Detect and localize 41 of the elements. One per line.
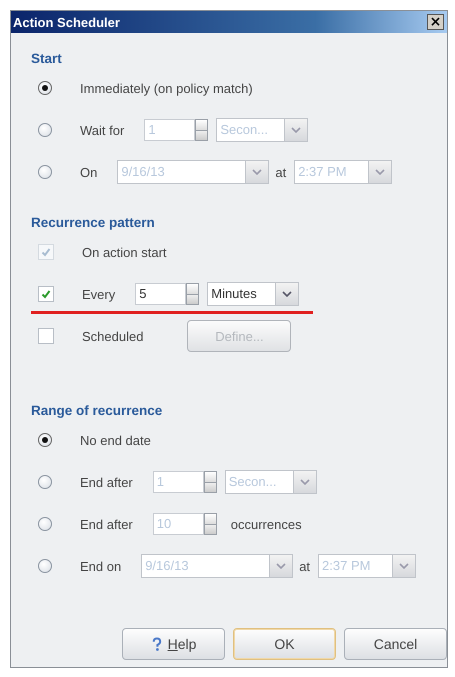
radio-button[interactable]: [38, 475, 52, 489]
option-label: Wait for: [80, 122, 124, 138]
chevron-down-icon: [300, 479, 310, 485]
dropdown[interactable]: Minutes: [207, 282, 300, 306]
option-label: End after: [80, 516, 133, 532]
radio-button[interactable]: [38, 517, 52, 531]
radio-button[interactable]: [38, 165, 52, 179]
option-label: No end date: [80, 432, 151, 448]
chevron-down-icon: [276, 563, 286, 569]
help-button[interactable]: Help: [122, 628, 225, 660]
option-label: On action start: [82, 244, 167, 260]
window-title: Action Scheduler: [13, 14, 120, 30]
chevron-down-icon: [252, 169, 262, 175]
radio-button[interactable]: [38, 123, 52, 137]
checkbox[interactable]: [38, 286, 54, 302]
option-label: End on: [80, 558, 122, 574]
inline-label: at: [275, 164, 286, 180]
radio-button[interactable]: [38, 559, 52, 573]
option-label: Every: [82, 286, 116, 302]
dialog-button[interactable]: Cancel: [344, 628, 447, 660]
checkmark-icon: [41, 247, 51, 257]
section-heading: Recurrence pattern: [31, 214, 156, 232]
radio-button[interactable]: [38, 433, 52, 447]
option-label: Scheduled: [82, 328, 144, 344]
chevron-down-icon: [375, 169, 386, 175]
option-label: Immediately (on policy match): [80, 80, 253, 96]
section-heading: Range of recurrence: [31, 402, 164, 420]
checkbox[interactable]: [38, 328, 54, 344]
chevron-down-icon: [291, 127, 302, 133]
dialog-button[interactable]: OK: [233, 628, 336, 660]
section-heading: Start: [31, 50, 63, 68]
radio-button[interactable]: [38, 81, 52, 95]
option-label: End after: [80, 474, 133, 490]
help-icon: [150, 636, 162, 652]
inline-label: occurrences: [230, 516, 302, 532]
close-button[interactable]: ×: [427, 14, 444, 30]
inline-label: at: [299, 558, 310, 574]
chevron-down-icon: [282, 291, 292, 297]
checkmark-icon: [41, 289, 51, 299]
chevron-down-icon: [399, 563, 410, 569]
option-label: On: [80, 164, 98, 180]
